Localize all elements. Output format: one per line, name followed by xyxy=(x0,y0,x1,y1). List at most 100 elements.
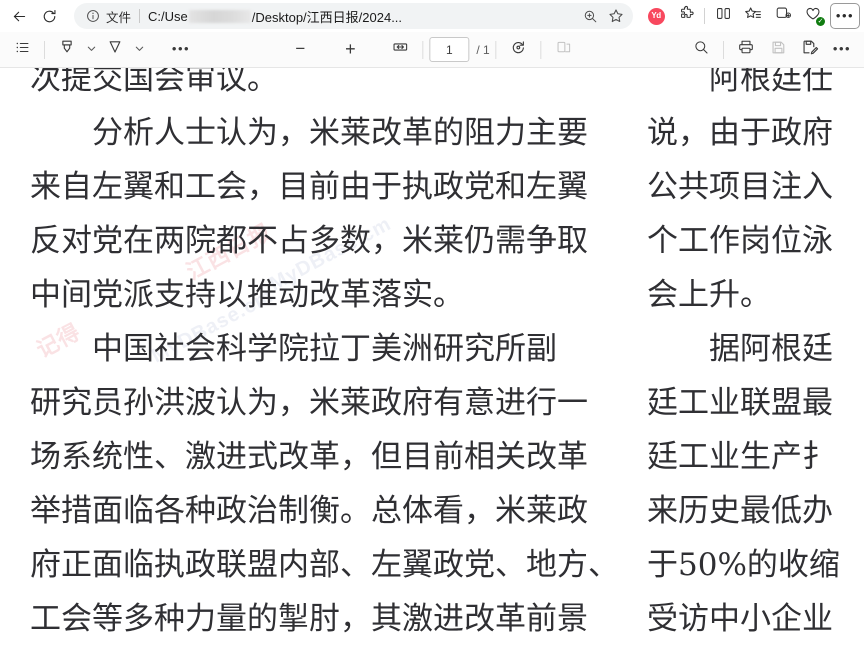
erase-button[interactable] xyxy=(99,36,131,64)
puzzle-piece-icon xyxy=(678,5,695,27)
text-line: 工会等多种力量的掣肘，其激进改革前景 xyxy=(30,601,588,637)
search-button[interactable] xyxy=(685,36,717,64)
back-button[interactable] xyxy=(4,3,34,29)
url-suffix: /Desktop/江西日报/2024... xyxy=(251,9,403,25)
pdf-toolbar-divider xyxy=(540,40,542,59)
star-icon[interactable] xyxy=(603,4,629,28)
omnibox-divider xyxy=(139,9,141,23)
plus-icon: + xyxy=(345,38,356,59)
article-left-column: 次提交国会审议。 分析人士认为，米莱改革的阻力主要 来自左翼和工会，目前由于执政… xyxy=(0,68,625,646)
erase-options-dropdown[interactable] xyxy=(131,36,147,64)
text-line: 廷工业生产扌 xyxy=(647,439,833,475)
split-screen-icon xyxy=(715,5,732,27)
star-list-icon xyxy=(744,5,762,28)
text-line: 据阿根廷 xyxy=(709,331,833,367)
refresh-button[interactable] xyxy=(34,3,64,29)
pdf-viewer-toolbar: ••• − + / 1 xyxy=(0,32,864,68)
more-horizontal-icon: ••• xyxy=(835,7,855,23)
save-as-button[interactable] xyxy=(794,36,826,64)
print-button[interactable] xyxy=(730,36,762,64)
text-line: 来历史最低办 xyxy=(647,493,833,529)
chevron-down-icon xyxy=(86,41,97,59)
browser-toolbar-actions: Yd ✓ ••• xyxy=(641,3,860,29)
more-horizontal-icon: ••• xyxy=(171,41,191,56)
url-redacted-username xyxy=(188,9,251,23)
text-line: 阿根廷仕 xyxy=(709,68,833,97)
zoom-in-icon[interactable] xyxy=(577,4,603,28)
essentials-check-icon: ✓ xyxy=(816,17,825,26)
fit-to-width-button[interactable] xyxy=(384,36,416,64)
pdf-toolbar-right-group: ••• xyxy=(685,36,858,64)
pdf-toolbar-divider xyxy=(723,40,724,59)
url-prefix: C:/Use xyxy=(148,8,188,24)
text-line: 说，由于政府 xyxy=(647,115,833,151)
pdf-toolbar-center-group: − + / 1 xyxy=(284,36,579,64)
page-total-label: / 1 xyxy=(476,42,490,57)
save-icon xyxy=(770,39,787,61)
eraser-icon xyxy=(106,38,124,61)
rotate-button[interactable] xyxy=(503,36,535,64)
paragraph-1: 分析人士认为，米莱改革的阻力主要 来自左翼和工会，目前由于执政党和左翼 反对党在… xyxy=(30,106,597,322)
text-line: 举措面临各种政治制衡。总体看，米莱政 xyxy=(30,493,588,529)
browser-essentials-button[interactable]: ✓ xyxy=(798,3,828,29)
pdf-toolbar-divider xyxy=(495,40,497,59)
fit-to-width-icon xyxy=(391,38,409,61)
drawing-more-options-button[interactable]: ••• xyxy=(165,36,197,64)
text-line: 研究员孙洪波认为，米莱政府有意进行一 xyxy=(30,385,588,421)
back-arrow-icon xyxy=(11,8,28,25)
table-of-contents-button[interactable] xyxy=(6,36,38,64)
minus-icon: − xyxy=(295,39,306,58)
text-line: 府正面临执政联盟内部、左翼政党、地方、 xyxy=(30,547,619,583)
extension-youdao-button[interactable]: Yd xyxy=(641,3,671,29)
save-button[interactable] xyxy=(762,36,794,64)
extension-badge-icon: Yd xyxy=(647,7,665,25)
favorites-button[interactable] xyxy=(738,3,768,29)
text-line: 中国社会科学院拉丁美洲研究所副 xyxy=(92,331,557,367)
page-number-input[interactable] xyxy=(429,37,470,62)
highlighter-icon xyxy=(58,38,76,61)
text-line: 公共项目注入 xyxy=(647,169,833,205)
pdf-toolbar-divider xyxy=(422,40,424,59)
pdf-toolbar-divider xyxy=(44,40,45,59)
search-icon xyxy=(693,39,710,61)
print-icon xyxy=(737,38,755,61)
paragraph-2: 中国社会科学院拉丁美洲研究所副 研究员孙洪波认为，米莱政府有意进行一 场系统性、… xyxy=(30,322,619,646)
settings-and-more-button[interactable]: ••• xyxy=(830,3,860,29)
zoom-in-button[interactable]: + xyxy=(334,36,366,64)
zoom-out-button[interactable]: − xyxy=(284,36,316,64)
highlight-button[interactable] xyxy=(51,36,83,64)
pdf-more-options-button[interactable]: ••• xyxy=(826,36,858,64)
collections-button[interactable] xyxy=(768,3,798,29)
chevron-down-icon xyxy=(134,41,145,59)
rotate-icon xyxy=(510,38,528,61)
text-line: 来自左翼和工会，目前由于执政党和左翼 xyxy=(30,169,588,205)
text-line: 会上升。 xyxy=(647,277,771,313)
text-line: 场系统性、激进式改革，但目前相关改革 xyxy=(30,439,588,475)
text-line: 中间党派支持以推动改革落实。 xyxy=(30,277,464,313)
url-scheme-label: 文件 xyxy=(106,10,132,25)
more-horizontal-icon: ••• xyxy=(832,41,852,56)
text-line: 个工作岗位泳 xyxy=(647,223,833,259)
highlight-color-dropdown[interactable] xyxy=(83,36,99,64)
info-circle-icon[interactable] xyxy=(84,7,102,25)
toolbar-divider xyxy=(704,8,705,24)
refresh-icon xyxy=(41,8,58,25)
newspaper-columns: 次提交国会审议。 分析人士认为，米莱改革的阻力主要 来自左翼和工会，目前由于执政… xyxy=(0,68,864,646)
table-of-contents-icon xyxy=(14,39,31,61)
save-as-icon xyxy=(801,38,819,61)
text-line: 于50%的收缩 xyxy=(647,547,840,583)
partial-top-line: 次提交国会审议。 xyxy=(30,68,278,97)
pdf-document-page[interactable]: 记得 MyDBase.cm 江西日报 MyDBase.cm 次提交国会审议。 分… xyxy=(0,68,864,646)
text-line: 反对党在两院都不占多数，米莱仍需争取 xyxy=(30,223,588,259)
split-screen-button[interactable] xyxy=(708,3,738,29)
url-text: C:/Use /Desktop/江西日报/2024... xyxy=(148,7,402,26)
page-view-button[interactable] xyxy=(548,36,580,64)
article-right-column: 阿根廷仕 说，由于政府 公共项目注入 个工作岗位泳 会上升。 据阿根廷 廷工业联… xyxy=(625,68,864,646)
browser-address-bar: 文件 C:/Use /Desktop/江西日报/2024... Yd ✓ ••• xyxy=(0,0,864,32)
text-line: 廷工业联盟最 xyxy=(647,385,833,421)
collections-add-icon xyxy=(775,5,792,27)
text-line: 分析人士认为，米莱改革的阻力主要 xyxy=(92,115,588,151)
address-bar-input[interactable]: 文件 C:/Use /Desktop/江西日报/2024... xyxy=(74,3,633,29)
pdf-toolbar-left-group: ••• xyxy=(6,36,197,64)
extensions-button[interactable] xyxy=(671,3,701,29)
